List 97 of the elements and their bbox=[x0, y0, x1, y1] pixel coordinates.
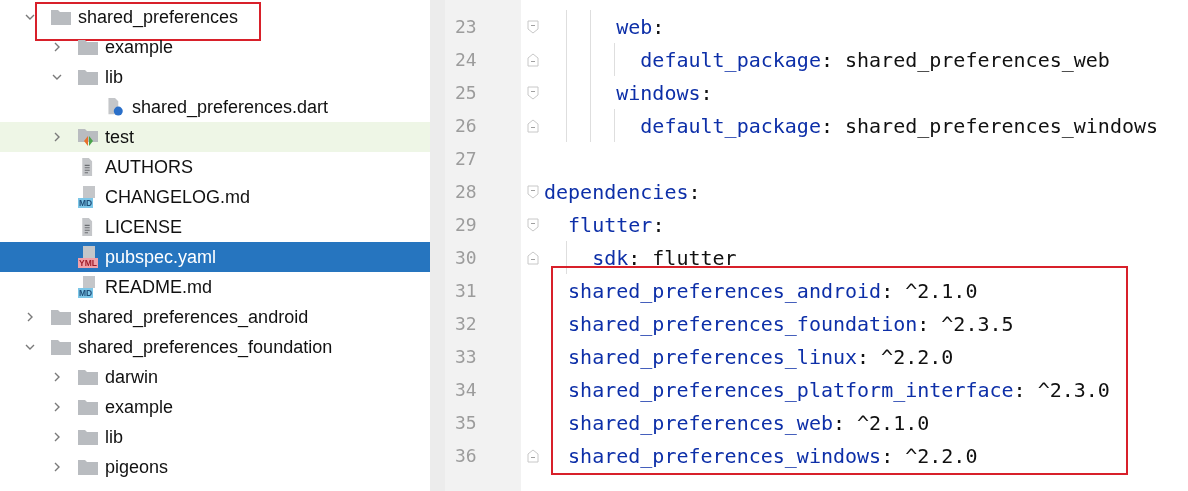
tree-item-label: LICENSE bbox=[105, 216, 183, 238]
colon: : bbox=[700, 80, 713, 105]
tree-item[interactable]: lib bbox=[0, 422, 430, 452]
line-number: 33 bbox=[455, 346, 477, 367]
yaml-key: dependencies bbox=[544, 179, 689, 204]
colon: : bbox=[833, 410, 846, 435]
tree-item-label: example bbox=[105, 36, 174, 58]
tree-item[interactable]: shared_preferences_foundation bbox=[0, 332, 430, 362]
yaml-key: shared_preferences_android bbox=[568, 278, 882, 303]
colon: : bbox=[652, 212, 665, 237]
folder-icon bbox=[78, 68, 98, 86]
folder-icon bbox=[78, 398, 98, 416]
folder-icon bbox=[78, 428, 98, 446]
tree-item-label: AUTHORS bbox=[105, 156, 193, 178]
tree-item-label: shared_preferences.dart bbox=[132, 96, 329, 118]
yaml-value: flutter bbox=[652, 245, 737, 270]
scrollbar-track[interactable] bbox=[430, 0, 445, 491]
line-number: 26 bbox=[455, 115, 477, 136]
tree-item[interactable]: pigeons bbox=[0, 452, 430, 482]
yaml-key: shared_preferences_web bbox=[568, 410, 833, 435]
tree-item-label: lib bbox=[105, 66, 123, 88]
tree-item[interactable]: example bbox=[0, 392, 430, 422]
folder-icon bbox=[78, 38, 98, 56]
tree-item[interactable]: MD CHANGELOG.md bbox=[0, 182, 430, 212]
tree-item-label: CHANGELOG.md bbox=[105, 186, 251, 208]
tree-item-label: README.md bbox=[105, 276, 212, 298]
yaml-value: ^2.1.0 bbox=[857, 410, 930, 435]
line-number: 36 bbox=[455, 445, 477, 466]
tree-item-label: example bbox=[105, 396, 174, 418]
line-number: 24 bbox=[455, 49, 477, 70]
line-number: 32 bbox=[455, 313, 477, 334]
line-number: 28 bbox=[455, 181, 477, 202]
yaml-key: default_package bbox=[640, 47, 821, 72]
tree-item-label: lib bbox=[105, 426, 123, 448]
folder-icon bbox=[51, 338, 71, 356]
yaml-value: ^2.2.0 bbox=[905, 443, 978, 468]
yaml-key: shared_preferences_windows bbox=[568, 443, 882, 468]
tree-item-label: darwin bbox=[105, 366, 159, 388]
folder-icon bbox=[78, 458, 98, 476]
tree-item-label: shared_preferences_foundation bbox=[78, 336, 333, 358]
line-number: 29 bbox=[455, 214, 477, 235]
yaml-value: ^2.3.0 bbox=[1037, 377, 1110, 402]
tree-item-label: pigeons bbox=[105, 456, 169, 478]
colon: : bbox=[628, 245, 641, 270]
tree-item[interactable]: example bbox=[0, 32, 430, 62]
tree-item[interactable]: darwin bbox=[0, 362, 430, 392]
line-number: 34 bbox=[455, 379, 477, 400]
tree-item[interactable]: shared_preferences bbox=[0, 2, 430, 32]
tree-item[interactable]: YML pubspec.yaml bbox=[0, 242, 430, 272]
tree-item[interactable]: test bbox=[0, 122, 430, 152]
test-folder-icon bbox=[78, 128, 98, 146]
tree-item-label: test bbox=[105, 126, 134, 148]
tree-item[interactable]: shared_preferences_android bbox=[0, 302, 430, 332]
yaml-key: sdk bbox=[592, 245, 629, 270]
yaml-value: shared_preferences_windows bbox=[845, 113, 1159, 138]
tree-item-label: shared_preferences_android bbox=[78, 306, 309, 328]
line-number: 30 bbox=[455, 247, 477, 268]
fold-start-icon[interactable] bbox=[526, 19, 539, 34]
folder-icon bbox=[51, 8, 71, 26]
colon: : bbox=[857, 344, 870, 369]
folder-icon bbox=[78, 368, 98, 386]
fold-start-icon[interactable] bbox=[526, 217, 539, 232]
line-number: 35 bbox=[455, 412, 477, 433]
colon: : bbox=[820, 113, 833, 138]
colon: : bbox=[688, 179, 701, 204]
line-number: 31 bbox=[455, 280, 477, 301]
colon: : bbox=[652, 14, 665, 39]
colon: : bbox=[881, 443, 894, 468]
line-number: 25 bbox=[455, 82, 477, 103]
yaml-value: ^2.2.0 bbox=[881, 344, 954, 369]
fold-start-icon[interactable] bbox=[526, 184, 539, 199]
yaml-key: web bbox=[616, 14, 653, 39]
yaml-key: shared_preferences_foundation bbox=[568, 311, 918, 336]
tree-item-label: pubspec.yaml bbox=[105, 246, 217, 268]
yaml-key: default_package bbox=[640, 113, 821, 138]
yaml-key: shared_preferences_platform_interface bbox=[568, 377, 1014, 402]
fold-start-icon[interactable] bbox=[526, 85, 539, 100]
yaml-value: shared_preferences_web bbox=[845, 47, 1110, 72]
folder-icon bbox=[51, 308, 71, 326]
yaml-key: flutter bbox=[568, 212, 653, 237]
yaml-value: ^2.1.0 bbox=[905, 278, 978, 303]
colon: : bbox=[917, 311, 930, 336]
dart-file-icon bbox=[105, 98, 125, 116]
tree-item[interactable]: shared_preferences.dart bbox=[0, 92, 430, 122]
colon: : bbox=[820, 47, 833, 72]
yaml-value: ^2.3.5 bbox=[941, 311, 1014, 336]
tree-item[interactable]: MD README.md bbox=[0, 272, 430, 302]
tree-item[interactable]: AUTHORS bbox=[0, 152, 430, 182]
yaml-key: shared_preferences_linux bbox=[568, 344, 858, 369]
tree-item[interactable]: lib bbox=[0, 62, 430, 92]
line-number: 27 bbox=[455, 148, 477, 169]
colon: : bbox=[881, 278, 894, 303]
tree-item[interactable]: LICENSE bbox=[0, 212, 430, 242]
yaml-key: windows bbox=[616, 80, 701, 105]
tree-item-label: shared_preferences bbox=[78, 6, 239, 28]
colon: : bbox=[1013, 377, 1026, 402]
line-number: 23 bbox=[455, 16, 477, 37]
